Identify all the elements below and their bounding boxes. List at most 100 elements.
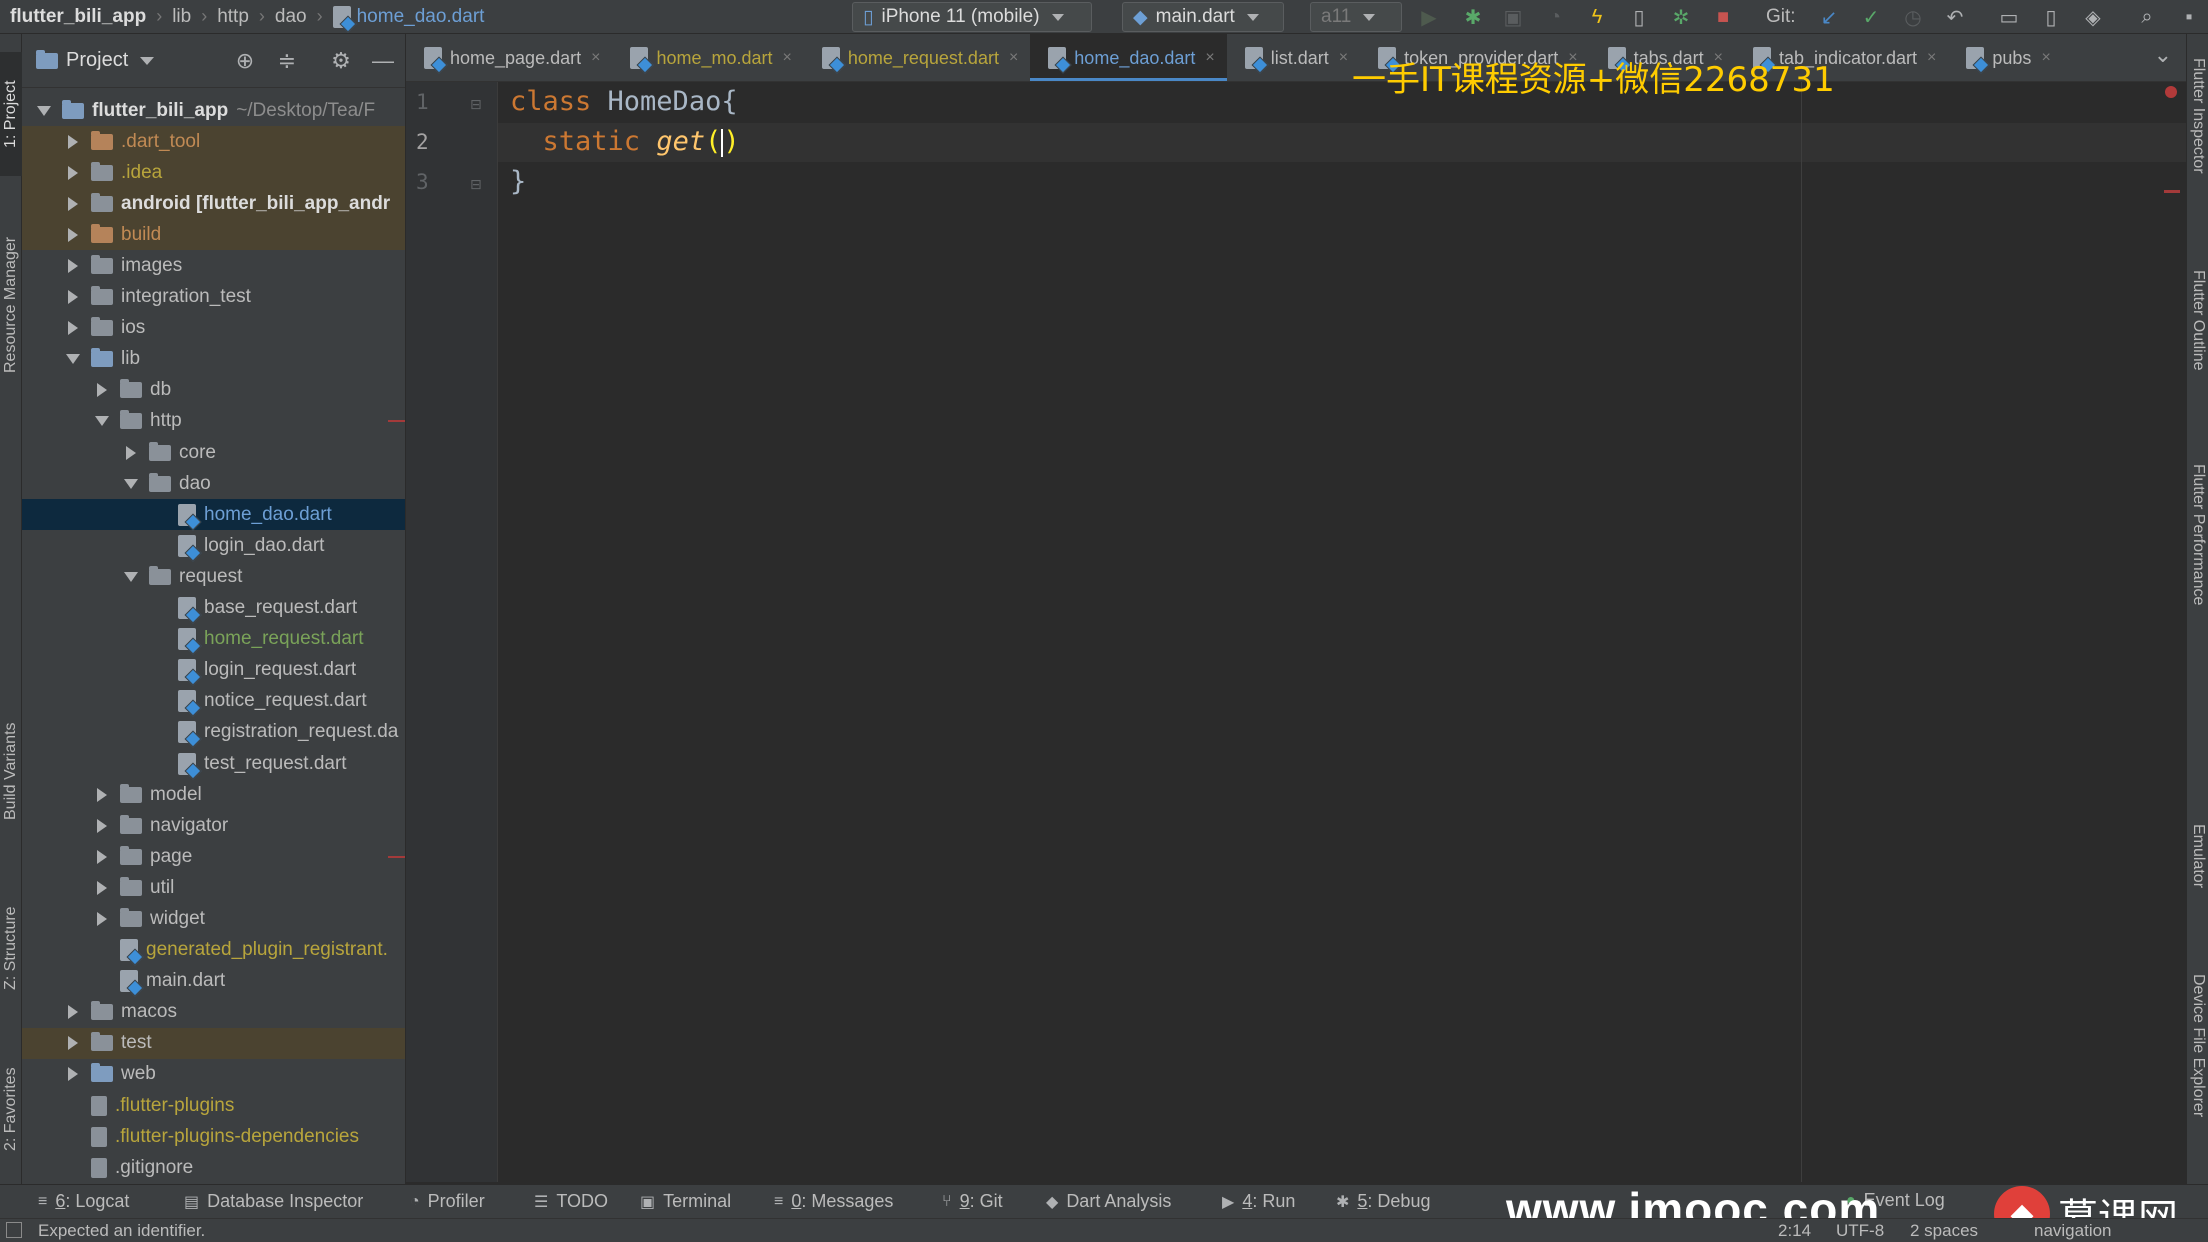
caret-position[interactable]: 2:14	[1778, 1221, 1811, 1241]
editor-tab-list-dart[interactable]: list.dart ×	[1227, 34, 1360, 81]
tool-button-terminal[interactable]: ▣ Terminal	[640, 1191, 731, 1212]
sdk-manager-icon[interactable]: ◈	[2080, 4, 2106, 30]
expand-arrow-right-icon[interactable]	[94, 382, 110, 398]
expand-arrow-right-icon[interactable]	[65, 165, 81, 181]
tree-row-test-request-dart[interactable]: test_request.dart	[22, 748, 405, 779]
git-update-icon[interactable]: ↙	[1816, 4, 1842, 30]
stop-icon[interactable]: ■	[1710, 4, 1736, 30]
hot-restart-icon[interactable]: ▯	[1626, 4, 1652, 30]
breadcrumb-file[interactable]: home_dao.dart	[332, 5, 484, 28]
branch-selector[interactable]: a11	[1310, 2, 1402, 32]
error-indicator-icon[interactable]	[2165, 86, 2177, 98]
debug-icon[interactable]: ✱	[1460, 4, 1486, 30]
tree-row-images[interactable]: images	[22, 250, 405, 281]
expand-arrow-right-icon[interactable]	[94, 818, 110, 834]
tool-button-messages[interactable]: ≡ 0: Messages	[774, 1191, 893, 1212]
close-icon[interactable]: ×	[1339, 49, 1348, 67]
close-icon[interactable]: ×	[1009, 49, 1018, 67]
hide-icon[interactable]: —	[370, 48, 396, 74]
panel-toggle-icon[interactable]	[6, 1222, 22, 1238]
expand-arrow-down-icon[interactable]	[123, 476, 139, 492]
tree-row-notice-request-dart[interactable]: notice_request.dart	[22, 686, 405, 717]
tool-button-logcat[interactable]: ≡ 6: Logcat	[38, 1191, 129, 1212]
tree-row-build[interactable]: build	[22, 219, 405, 251]
tree-row-navigator[interactable]: navigator	[22, 810, 405, 841]
editor-tab-home-mo-dart[interactable]: home_mo.dart ×	[612, 34, 803, 81]
tree-row-test[interactable]: test	[22, 1027, 405, 1059]
expand-arrow-right-icon[interactable]	[65, 196, 81, 212]
tool-tab-build-variants[interactable]: Build Variants	[0, 682, 22, 860]
expand-arrow-right-icon[interactable]	[123, 445, 139, 461]
tree-row-flutter-bili-app[interactable]: flutter_bili_app ~/Desktop/Tea/F	[22, 95, 405, 126]
tool-button-dart-analysis[interactable]: ◆ Dart Analysis	[1046, 1191, 1171, 1212]
tree-row-core[interactable]: core	[22, 437, 405, 468]
editor-tab-home-request-dart[interactable]: home_request.dart ×	[804, 34, 1030, 81]
tree-row-idea[interactable]: .idea	[22, 157, 405, 189]
locate-icon[interactable]: ⊕	[232, 48, 258, 74]
tree-row-generated-plugin-registrant[interactable]: generated_plugin_registrant.	[22, 935, 405, 966]
expand-arrow-down-icon[interactable]	[94, 413, 110, 429]
tool-tab-favorites[interactable]: 2: Favorites	[0, 1034, 22, 1184]
collapse-all-icon[interactable]: ≑	[274, 48, 300, 74]
account-icon[interactable]: ▪	[2176, 4, 2202, 30]
device-manager-icon[interactable]: ▯	[2038, 4, 2064, 30]
coverage-icon[interactable]: ▣	[1500, 4, 1526, 30]
expand-arrow-right-icon[interactable]	[65, 227, 81, 243]
expand-arrow-right-icon[interactable]	[94, 911, 110, 927]
tree-row-ios[interactable]: ios	[22, 313, 405, 344]
tree-row-integration-test[interactable]: integration_test	[22, 282, 405, 313]
breadcrumb-http[interactable]: http	[217, 6, 249, 28]
project-view-selector[interactable]: Project	[36, 49, 155, 72]
fold-end-icon[interactable]: ⊟	[470, 176, 482, 193]
code-editor[interactable]: class HomeDao{ static get() }	[498, 82, 2186, 1182]
breadcrumb-lib[interactable]: lib	[172, 6, 191, 28]
tree-row-db[interactable]: db	[22, 375, 405, 406]
git-branch-status[interactable]: navigation	[2034, 1221, 2112, 1241]
close-icon[interactable]: ×	[1205, 49, 1214, 67]
profile-icon[interactable]: ◔	[1542, 4, 1568, 30]
hot-reload-icon[interactable]: ϟ	[1584, 4, 1610, 30]
close-icon[interactable]: ×	[1927, 49, 1936, 67]
tree-row-home-request-dart[interactable]: home_request.dart	[22, 624, 405, 655]
tree-row-login-request-dart[interactable]: login_request.dart	[22, 655, 405, 686]
expand-arrow-right-icon[interactable]	[65, 1066, 81, 1082]
run-icon[interactable]: ▶	[1416, 4, 1442, 30]
tool-tab-flutter-inspector[interactable]: Flutter Inspector	[2187, 58, 2208, 268]
expand-arrow-right-icon[interactable]	[94, 849, 110, 865]
editor-tab-home-page-dart[interactable]: home_page.dart ×	[406, 34, 612, 81]
tree-row-login-dao-dart[interactable]: login_dao.dart	[22, 530, 405, 561]
tool-button-git[interactable]: ⑂ 9: Git	[942, 1191, 1003, 1212]
close-icon[interactable]: ×	[591, 49, 600, 67]
expand-arrow-down-icon[interactable]	[65, 351, 81, 367]
tree-row-util[interactable]: util	[22, 872, 405, 903]
rollback-icon[interactable]: ↶	[1942, 4, 1968, 30]
history-icon[interactable]: ◷	[1900, 4, 1926, 30]
tree-row-web[interactable]: web	[22, 1059, 405, 1090]
editor-tab-home-dao-dart[interactable]: home_dao.dart ×	[1030, 34, 1228, 81]
tree-row-lib[interactable]: lib	[22, 344, 405, 375]
fold-icon[interactable]: ⊟	[470, 96, 482, 113]
expand-arrow-right-icon[interactable]	[65, 289, 81, 305]
git-commit-icon[interactable]: ✓	[1858, 4, 1884, 30]
tool-tab-flutter-performance[interactable]: Flutter Performance	[2187, 464, 2208, 694]
tool-button-run[interactable]: ▶ 4: Run	[1222, 1191, 1295, 1212]
file-encoding[interactable]: UTF-8	[1836, 1221, 1884, 1241]
expand-arrow-right-icon[interactable]	[94, 880, 110, 896]
tree-row-page[interactable]: page	[22, 841, 405, 872]
gear-icon[interactable]: ⚙	[328, 48, 354, 74]
tree-row-model[interactable]: model	[22, 779, 405, 810]
expand-arrow-right-icon[interactable]	[65, 320, 81, 336]
window-icon[interactable]: ▭	[1996, 4, 2022, 30]
tree-row-widget[interactable]: widget	[22, 903, 405, 934]
editor-tab-pubs[interactable]: pubs ×	[1948, 34, 2062, 81]
expand-arrow-right-icon[interactable]	[65, 258, 81, 274]
tab-overflow-icon[interactable]: ⌄	[2154, 42, 2172, 68]
tree-row-http[interactable]: http	[22, 406, 405, 437]
tree-row-dao[interactable]: dao	[22, 468, 405, 499]
search-icon[interactable]: ⌕	[2134, 4, 2160, 30]
tree-row-main-dart[interactable]: main.dart	[22, 966, 405, 997]
tree-row-flutter-plugins[interactable]: .flutter-plugins	[22, 1090, 405, 1121]
tool-button-profiler[interactable]: ◔ Profiler	[410, 1191, 485, 1212]
tree-row-flutter-plugins-dependencies[interactable]: .flutter-plugins-dependencies	[22, 1121, 405, 1152]
tree-row-base-request-dart[interactable]: base_request.dart	[22, 593, 405, 624]
